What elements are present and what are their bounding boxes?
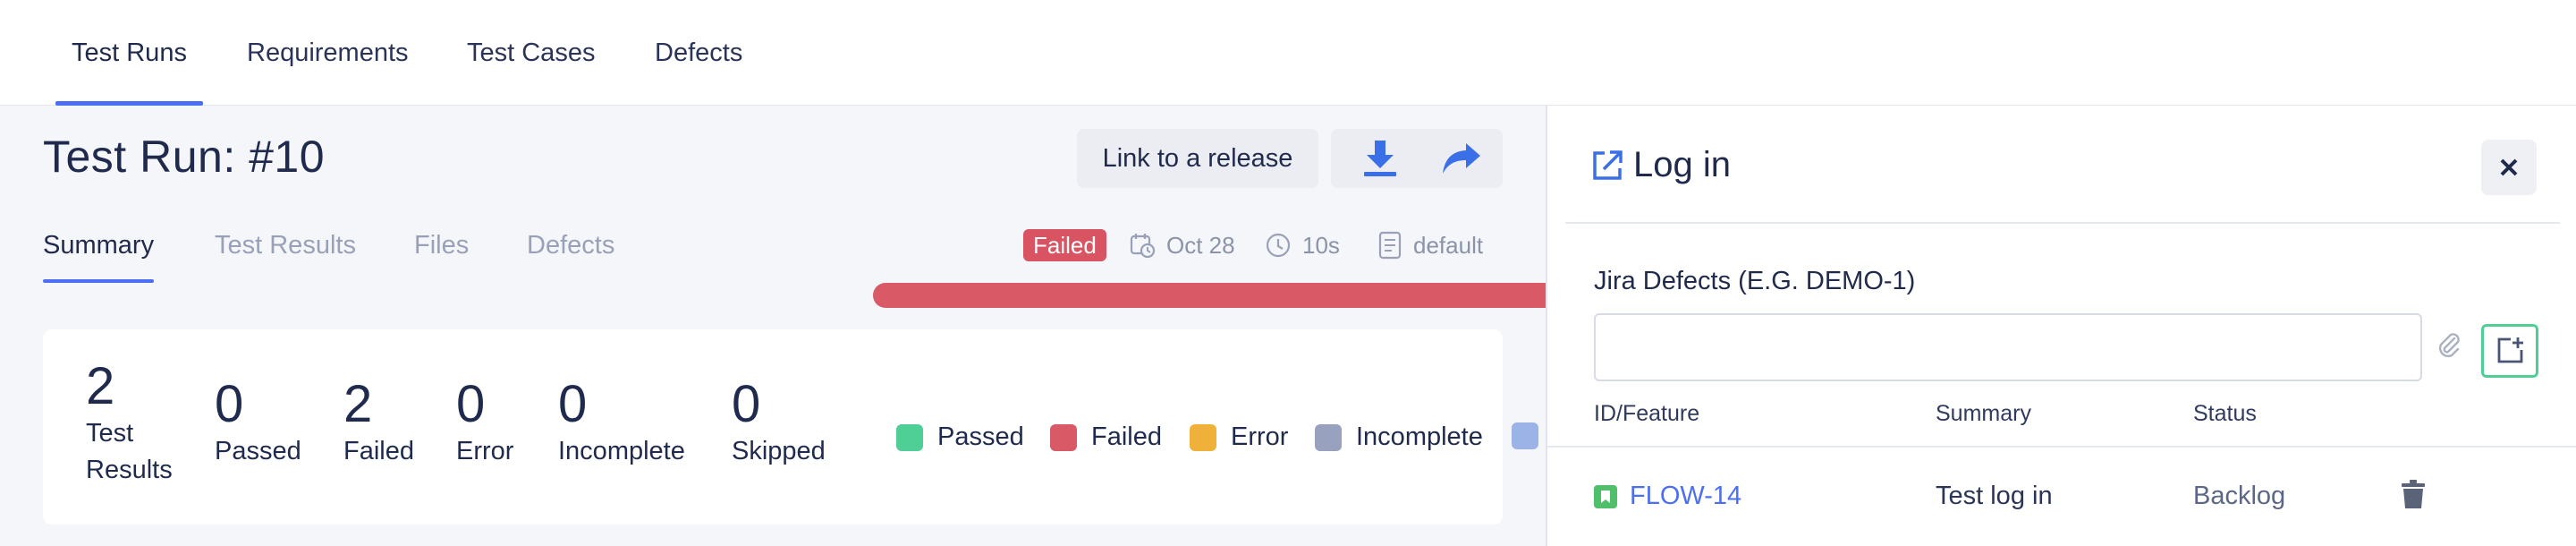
trash-icon <box>2402 480 2425 508</box>
stat-value: 0 <box>215 375 244 433</box>
stat-value: 0 <box>732 375 761 433</box>
share-icon <box>1443 143 1480 174</box>
stat-error: 0 Error <box>456 376 513 470</box>
legend-swatch <box>1315 423 1342 451</box>
tab-label: Test Cases <box>467 38 596 67</box>
run-date: Oct 28 <box>1129 227 1235 263</box>
results-progress-bar <box>873 283 1553 308</box>
divider <box>1547 446 2576 448</box>
create-defect-button[interactable] <box>2481 324 2538 378</box>
share-button[interactable] <box>1420 129 1503 188</box>
document-icon <box>1378 231 1402 260</box>
stat-passed: 0 Passed <box>215 376 301 470</box>
defect-status: Backlog <box>2193 482 2286 510</box>
external-link-icon <box>1593 149 1623 180</box>
stat-label: Skipped <box>732 437 826 465</box>
column-header-summary: Summary <box>1936 401 2031 426</box>
tab-requirements[interactable]: Requirements <box>247 0 409 106</box>
column-header-status: Status <box>2193 401 2257 426</box>
stat-label: Passed <box>215 437 301 465</box>
date-text: Oct 28 <box>1166 231 1235 259</box>
legend-label: Incomplete <box>1356 422 1483 451</box>
link-to-release-button[interactable]: Link to a release <box>1077 129 1318 188</box>
run-environment: default <box>1377 227 1483 263</box>
stat-value: 0 <box>558 375 588 433</box>
delete-defect-button[interactable] <box>2401 480 2426 510</box>
clock-icon <box>1266 233 1291 258</box>
subtab-label: Files <box>414 231 470 260</box>
stat-label: Error <box>456 437 514 465</box>
stat-incomplete: 0 Incomplete <box>558 376 685 470</box>
jira-defect-input[interactable] <box>1594 313 2422 381</box>
stat-total: 2 Test Results <box>86 358 173 489</box>
legend-incomplete: Incomplete <box>1315 422 1483 452</box>
legend-label: Error <box>1231 422 1289 451</box>
subtab-label: Summary <box>43 231 155 260</box>
defect-summary: Test log in <box>1936 482 2053 510</box>
stat-skipped: 0 Skipped <box>732 376 826 470</box>
legend-failed: Failed <box>1050 422 1162 452</box>
active-subtab-indicator <box>43 279 155 283</box>
stat-label: Results <box>86 456 173 484</box>
legend-label: Passed <box>937 422 1024 451</box>
test-detail-panel: Log in Jira Defects (E.G. DEMO-1) ID/Fea… <box>1546 106 2576 546</box>
legend-swatch <box>896 423 923 451</box>
stat-label: Test <box>86 419 134 448</box>
stat-label: Failed <box>343 437 414 465</box>
stat-failed: 2 Failed <box>343 376 414 470</box>
top-nav: Test Runs Requirements Test Cases Defect… <box>0 0 2576 106</box>
duration-text: 10s <box>1302 231 1340 259</box>
jira-defects-label: Jira Defects (E.G. DEMO-1) <box>1594 267 1916 295</box>
stat-value: 2 <box>86 357 115 415</box>
defect-id: FLOW-14 <box>1630 482 1742 510</box>
legend-swatch <box>1050 423 1077 451</box>
download-icon <box>1364 141 1396 176</box>
paperclip-icon <box>2438 333 2460 358</box>
panel-title: Log in <box>1590 145 1731 185</box>
subtab-summary[interactable]: Summary <box>43 231 155 283</box>
close-panel-button[interactable] <box>2481 140 2537 195</box>
close-icon <box>2500 158 2518 176</box>
calendar-clock-icon <box>1130 234 1156 259</box>
subtab-files[interactable]: Files <box>414 231 469 260</box>
stat-value: 0 <box>456 375 486 433</box>
add-document-icon <box>2497 337 2523 363</box>
stat-label: Incomplete <box>558 437 685 465</box>
defect-link[interactable]: FLOW-14 <box>1594 482 1741 511</box>
legend-passed: Passed <box>896 422 1024 452</box>
subtab-test-results[interactable]: Test Results <box>215 231 356 260</box>
tab-test-cases[interactable]: Test Cases <box>467 0 595 106</box>
panel-title-text: Log in <box>1633 145 1731 184</box>
page-title: Test Run: #10 <box>43 132 326 182</box>
column-header-id: ID/Feature <box>1594 401 1700 426</box>
tab-label: Requirements <box>247 38 409 67</box>
divider <box>1565 222 2560 224</box>
legend-swatch <box>1512 422 1538 449</box>
subtab-label: Test Results <box>215 231 356 260</box>
tab-label: Test Runs <box>72 38 187 67</box>
status-badge: Failed <box>1023 229 1106 261</box>
subtab-defects[interactable]: Defects <box>527 231 614 260</box>
test-run-main: Test Run: #10 Link to a release Summary … <box>0 106 1546 546</box>
tab-defects[interactable]: Defects <box>655 0 742 106</box>
story-icon <box>1594 484 1617 508</box>
attach-defect-button[interactable] <box>2436 331 2462 363</box>
legend-swatch <box>1190 423 1216 451</box>
stat-value: 2 <box>343 375 373 433</box>
download-button[interactable] <box>1331 129 1429 188</box>
subtab-label: Defects <box>527 231 615 260</box>
tab-label: Defects <box>655 38 743 67</box>
legend-error: Error <box>1190 422 1288 452</box>
tab-test-runs[interactable]: Test Runs <box>55 0 203 106</box>
legend-label: Failed <box>1091 422 1162 451</box>
run-duration: 10s <box>1265 227 1340 263</box>
environment-text: default <box>1413 231 1484 259</box>
